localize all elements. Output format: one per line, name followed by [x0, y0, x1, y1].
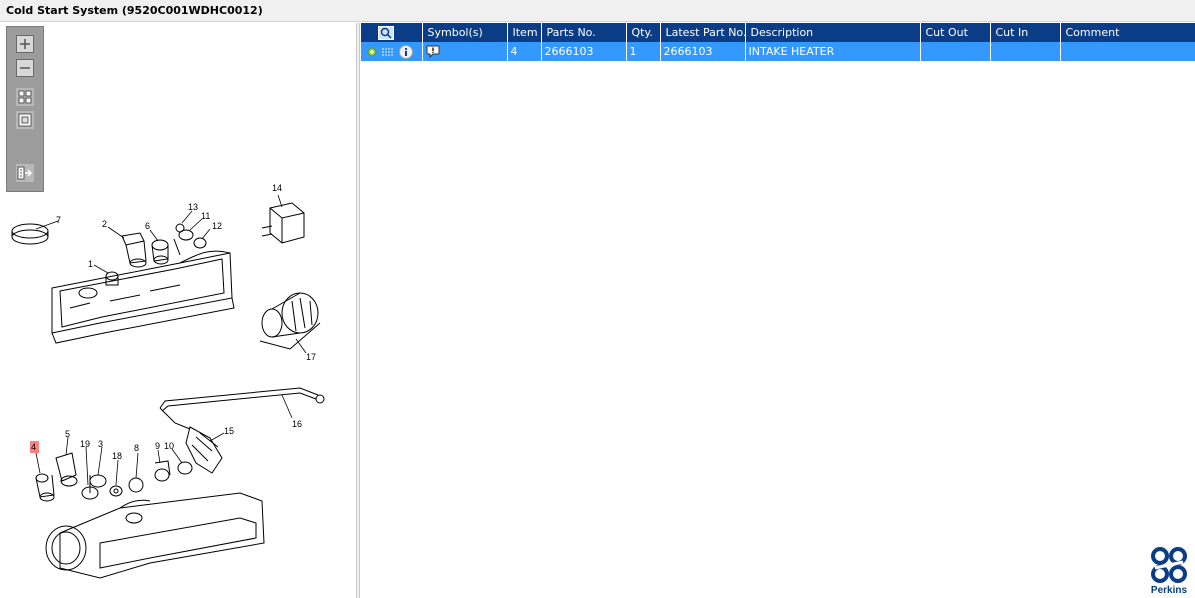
header-cut-out[interactable]: Cut Out [920, 23, 991, 42]
header-comment[interactable]: Comment [1060, 23, 1195, 42]
callout-16[interactable]: 16 [292, 419, 302, 429]
perkins-logo: Perkins [1149, 546, 1189, 596]
exploded-diagram[interactable]: 1 2 3 4 5 6 7 8 9 10 11 12 13 14 15 16 1… [0, 23, 357, 598]
header-icon-column[interactable] [361, 23, 423, 42]
header-latest-part-no[interactable]: Latest Part No. [660, 23, 746, 42]
app-window: Cold Start System (9520C001WDHC0012) 1 2… [0, 0, 1195, 598]
zoom-in-icon[interactable] [16, 35, 34, 53]
callout-19[interactable]: 19 [80, 439, 90, 449]
fit-window-icon[interactable] [16, 111, 34, 129]
export-icon[interactable] [16, 164, 34, 182]
table-header-row: Symbol(s) Item Parts No. Qty. Latest Par… [361, 23, 1195, 42]
description-cell[interactable]: INTAKE HEATER [745, 42, 921, 61]
info-icon[interactable] [399, 44, 413, 59]
callout-13[interactable]: 13 [188, 202, 198, 212]
header-cut-in[interactable]: Cut In [990, 23, 1061, 42]
pane-splitter[interactable] [357, 23, 360, 598]
diagram-pane[interactable]: 1 2 3 4 5 6 7 8 9 10 11 12 13 14 15 16 1… [0, 23, 357, 598]
search-parts-icon[interactable] [378, 25, 421, 40]
comment-cell[interactable] [1060, 42, 1195, 61]
header-qty[interactable]: Qty. [626, 23, 661, 42]
callout-8[interactable]: 8 [134, 443, 139, 453]
item-cell[interactable]: 4 [507, 42, 542, 61]
callout-3[interactable]: 3 [98, 439, 103, 449]
cut-out-cell[interactable] [920, 42, 991, 61]
callout-18[interactable]: 18 [112, 451, 122, 461]
callout-17[interactable]: 17 [306, 352, 316, 362]
green-dot-icon[interactable] [367, 47, 377, 57]
row-icons-cell [361, 42, 423, 61]
header-description[interactable]: Description [745, 23, 921, 42]
header-parts-no[interactable]: Parts No. [541, 23, 627, 42]
latest-part-no-cell[interactable]: 2666103 [660, 42, 746, 61]
callout-15[interactable]: 15 [224, 426, 234, 436]
parts-table: Symbol(s) Item Parts No. Qty. Latest Par… [361, 23, 1195, 61]
callout-11[interactable]: 11 [201, 211, 210, 221]
title-bar: Cold Start System (9520C001WDHC0012) [0, 0, 1195, 22]
window-title: Cold Start System (9520C001WDHC0012) [6, 4, 263, 17]
cut-in-cell[interactable] [990, 42, 1061, 61]
callout-10[interactable]: 10 [164, 441, 174, 451]
header-item[interactable]: Item [507, 23, 542, 42]
callout-1[interactable]: 1 [88, 259, 93, 269]
callout-5[interactable]: 5 [65, 429, 70, 439]
callout-4[interactable]: 4 [31, 442, 36, 452]
list-icon[interactable] [381, 47, 395, 57]
zoom-toolbar [6, 26, 44, 192]
zoom-out-icon[interactable] [16, 59, 34, 77]
symbol-cell[interactable] [422, 42, 508, 61]
callout-2[interactable]: 2 [102, 219, 107, 229]
brand-name: Perkins [1150, 585, 1188, 596]
table-row[interactable]: 4 2666103 1 2666103 INTAKE HEATER [361, 42, 1195, 61]
header-symbols[interactable]: Symbol(s) [422, 23, 508, 42]
callout-9[interactable]: 9 [155, 441, 160, 451]
fit-all-icon[interactable] [16, 88, 34, 106]
part-no-cell[interactable]: 2666103 [541, 42, 627, 61]
speech-bubble-icon[interactable] [426, 45, 507, 59]
parts-table-pane: Symbol(s) Item Parts No. Qty. Latest Par… [361, 23, 1195, 598]
callout-7[interactable]: 7 [56, 215, 61, 225]
qty-cell[interactable]: 1 [626, 42, 661, 61]
callout-6[interactable]: 6 [145, 221, 150, 231]
callout-12[interactable]: 12 [212, 221, 222, 231]
callout-14[interactable]: 14 [272, 183, 282, 193]
